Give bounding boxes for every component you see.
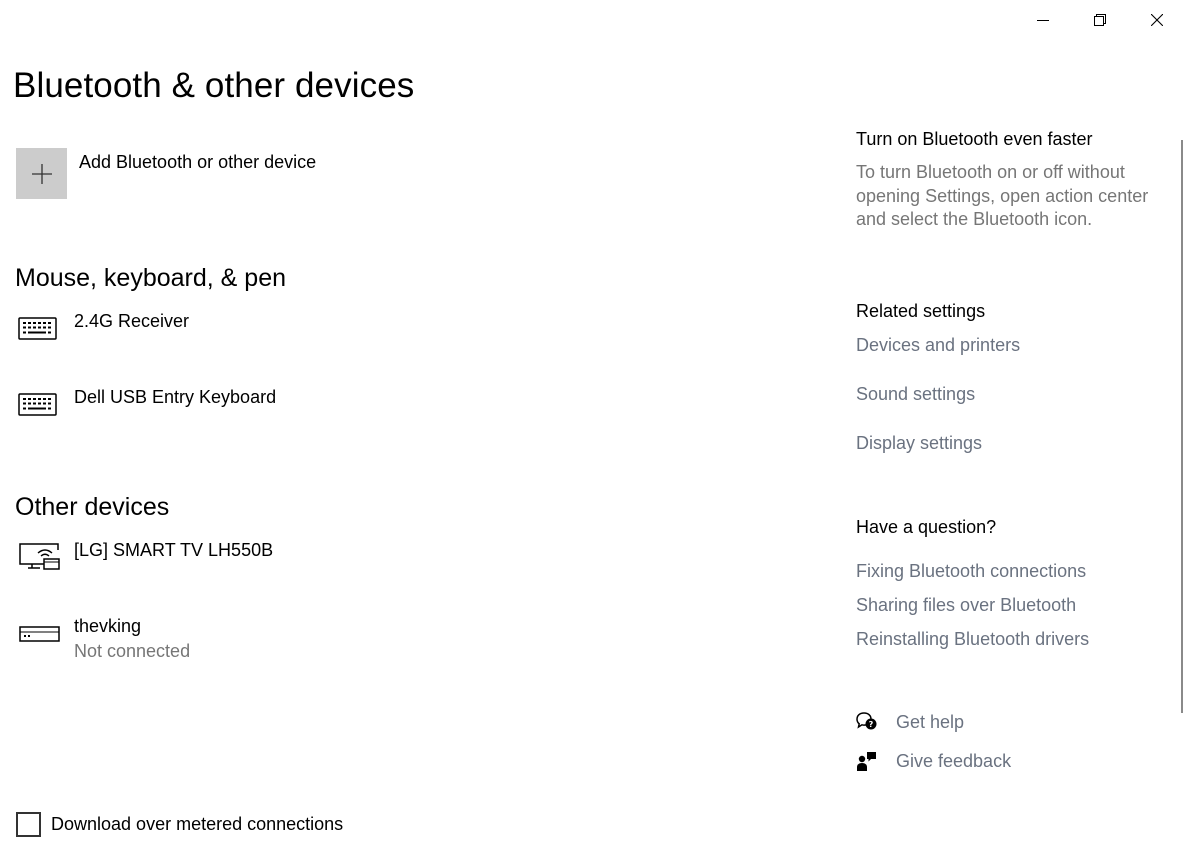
get-help-label[interactable]: Get help	[896, 712, 964, 733]
section-heading-other-devices: Other devices	[15, 493, 170, 521]
keyboard-icon	[18, 388, 62, 418]
page-title: Bluetooth & other devices	[13, 66, 415, 105]
metered-checkbox[interactable]	[16, 812, 41, 837]
metered-checkbox-label[interactable]: Download over metered connections	[51, 814, 343, 835]
generic-device-icon	[18, 617, 62, 647]
minimize-icon	[1037, 20, 1049, 21]
tip-heading: Turn on Bluetooth even faster	[856, 129, 1093, 149]
add-device-button[interactable]: Add Bluetooth or other device	[16, 148, 316, 199]
question-heading: Have a question?	[856, 517, 997, 537]
keyboard-icon	[18, 312, 62, 342]
link-sound-settings[interactable]: Sound settings	[856, 384, 975, 405]
give-feedback-link[interactable]: Give feedback	[856, 750, 1011, 772]
device-name: [LG] SMART TV LH550B	[74, 540, 274, 560]
restore-button[interactable]	[1072, 0, 1128, 40]
close-icon	[1151, 14, 1163, 26]
help-chat-icon: ?	[856, 711, 878, 733]
tip-body: To turn Bluetooth on or off without open…	[856, 162, 1149, 229]
settings-window: Bluetooth & other devices Add Bluetooth …	[0, 0, 1185, 848]
link-fixing-bluetooth[interactable]: Fixing Bluetooth connections	[856, 561, 1086, 582]
plus-icon	[31, 163, 52, 184]
close-button[interactable]	[1129, 0, 1185, 40]
device-item[interactable]: 2.4G Receiver	[18, 310, 189, 342]
link-sharing-files[interactable]: Sharing files over Bluetooth	[856, 595, 1076, 616]
related-settings-heading: Related settings	[856, 301, 986, 321]
device-item[interactable]: Dell USB Entry Keyboard	[18, 386, 276, 418]
link-reinstalling-drivers[interactable]: Reinstalling Bluetooth drivers	[856, 629, 1089, 650]
feedback-icon	[856, 750, 878, 772]
scrollbar[interactable]	[1181, 140, 1183, 713]
add-device-tile[interactable]	[16, 148, 67, 199]
link-display-settings[interactable]: Display settings	[856, 433, 982, 454]
add-device-label[interactable]: Add Bluetooth or other device	[79, 152, 316, 173]
link-devices-and-printers[interactable]: Devices and printers	[856, 335, 1020, 356]
device-item[interactable]: [LG] SMART TV LH550B	[18, 539, 273, 571]
display-wireless-icon	[18, 541, 62, 571]
device-item[interactable]: thevking Not connected	[18, 615, 190, 662]
give-feedback-label[interactable]: Give feedback	[896, 751, 1011, 772]
metered-connections-option[interactable]: Download over metered connections	[16, 812, 343, 837]
section-heading-mouse-keyboard-pen: Mouse, keyboard, & pen	[15, 264, 286, 292]
device-status: Not connected	[74, 641, 191, 661]
minimize-button[interactable]	[1015, 0, 1071, 40]
restore-icon	[1094, 14, 1106, 26]
svg-text:?: ?	[869, 720, 874, 729]
get-help-link[interactable]: ? Get help	[856, 711, 964, 733]
device-name: Dell USB Entry Keyboard	[74, 387, 277, 407]
device-name: 2.4G Receiver	[74, 311, 190, 331]
device-name: thevking	[74, 616, 142, 636]
